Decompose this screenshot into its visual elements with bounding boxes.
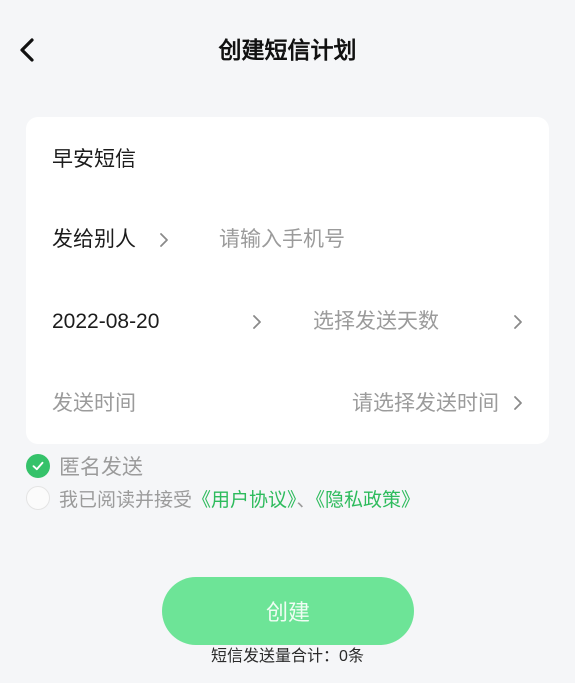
recipient-row: 发给别人	[26, 199, 549, 281]
app-screen: 创建短信计划 发给别人 2022-08-20 选择发送天数	[0, 0, 575, 683]
send-time-label: 发送时间	[52, 392, 136, 415]
create-button[interactable]: 创建	[162, 577, 414, 645]
checkmark-icon	[32, 461, 44, 471]
send-time-row[interactable]: 发送时间 请选择发送时间	[26, 363, 549, 444]
plan-name-row	[26, 117, 549, 199]
recipient-type-select[interactable]: 发给别人	[26, 199, 196, 281]
agreement-separator: 、	[296, 489, 316, 511]
chevron-right-icon	[252, 314, 262, 330]
start-date-value: 2022-08-20	[52, 310, 160, 333]
agreement-option[interactable]: 我已阅读并接受《用户协议》、《隐私政策》	[26, 485, 420, 511]
recipient-type-label: 发给别人	[52, 228, 136, 251]
plan-form-card: 发给别人 2022-08-20 选择发送天数 发送时间	[26, 117, 549, 444]
page-title: 创建短信计划	[218, 37, 357, 63]
sms-count-summary: 短信发送量合计：0条	[211, 648, 364, 665]
start-date-picker[interactable]: 2022-08-20	[26, 281, 276, 363]
agreement-prefix: 我已阅读并接受	[59, 489, 193, 511]
anonymous-send-label: 匿名发送	[59, 456, 143, 479]
user-agreement-link[interactable]: 《用户协议》	[192, 490, 297, 511]
chevron-right-icon	[513, 395, 523, 411]
chevron-right-icon	[159, 232, 169, 248]
send-time-placeholder: 请选择发送时间	[352, 392, 499, 415]
agreement-text: 我已阅读并接受《用户协议》、《隐私政策》	[59, 485, 420, 512]
anonymous-checkbox[interactable]	[26, 454, 50, 478]
plan-name-input[interactable]	[52, 138, 522, 178]
anonymous-send-option[interactable]: 匿名发送	[26, 453, 143, 479]
chevron-right-icon	[513, 314, 523, 330]
schedule-row: 2022-08-20 选择发送天数	[26, 281, 549, 363]
send-days-placeholder: 选择发送天数	[313, 310, 439, 333]
privacy-policy-link[interactable]: 《隐私政策》	[316, 490, 421, 511]
chevron-left-icon	[20, 38, 34, 62]
send-days-select[interactable]: 选择发送天数	[296, 281, 549, 363]
agreement-checkbox[interactable]	[26, 486, 50, 510]
back-button[interactable]	[12, 35, 42, 65]
phone-input[interactable]	[219, 220, 523, 260]
